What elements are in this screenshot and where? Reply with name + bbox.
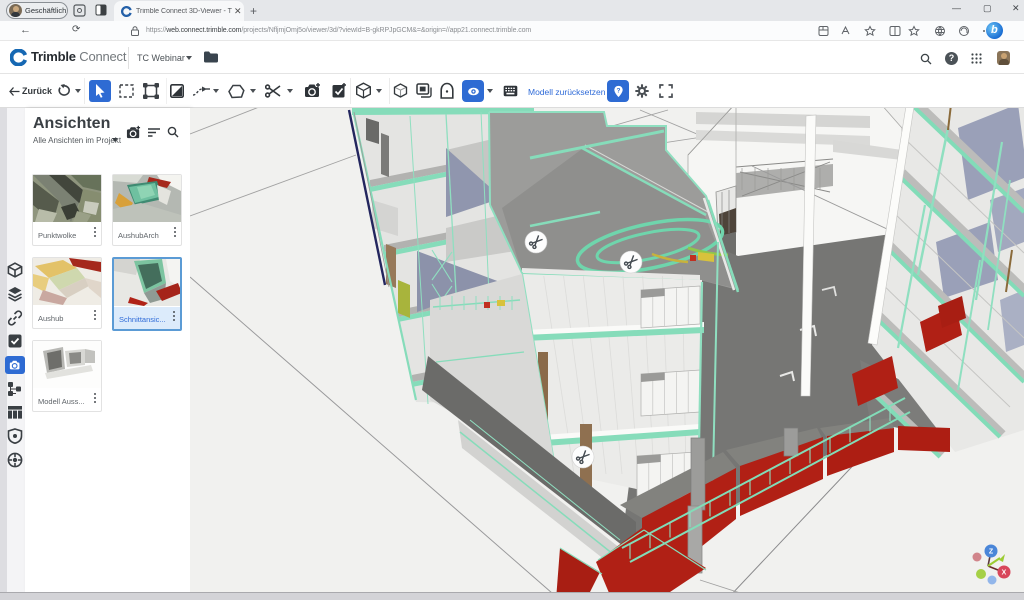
svg-text:Z: Z (989, 549, 994, 556)
svg-text:?: ? (617, 87, 621, 94)
svg-text:X: X (1002, 570, 1007, 577)
